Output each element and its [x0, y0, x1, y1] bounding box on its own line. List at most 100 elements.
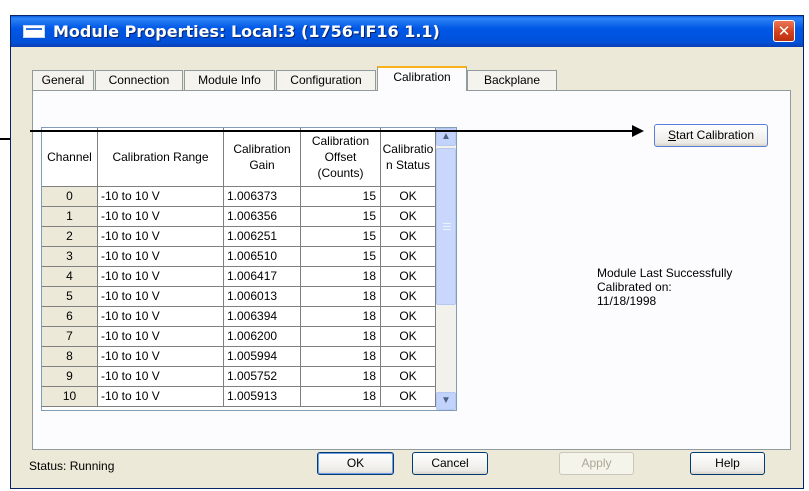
table-cell-channel[interactable]: 2 [42, 227, 98, 247]
cancel-button[interactable]: Cancel [412, 452, 488, 475]
table-cell-range[interactable]: -10 to 10 V [98, 267, 224, 287]
table-cell-range[interactable]: -10 to 10 V [98, 367, 224, 387]
header-label: Calibration Status [382, 142, 434, 172]
table-cell-range[interactable]: -10 to 10 V [98, 207, 224, 227]
table-cell-gain[interactable]: 1.006356 [224, 207, 301, 227]
table-cell-gain[interactable]: 1.006417 [224, 267, 301, 287]
tab-module-info[interactable]: Module Info [184, 70, 275, 90]
table-cell-channel[interactable]: 3 [42, 247, 98, 267]
table-cell-gain[interactable]: 1.005752 [224, 367, 301, 387]
column-header-range[interactable]: Calibration Range [98, 128, 224, 187]
table-cell-channel[interactable]: 1 [42, 207, 98, 227]
table-cell-status[interactable]: OK [381, 387, 436, 407]
table-cell-offset[interactable]: 18 [301, 307, 381, 327]
ok-button[interactable]: OK [317, 452, 394, 475]
table-cell-status[interactable]: OK [381, 207, 436, 227]
table-cell-channel[interactable]: 9 [42, 367, 98, 387]
last-calibrated-date: 11/18/1998 [597, 294, 657, 308]
scroll-down-arrow-icon[interactable]: ▼ [436, 392, 456, 410]
tab-label: Module Info [198, 73, 261, 87]
table-cell-offset[interactable]: 18 [301, 267, 381, 287]
mnemonic-letter: S [667, 128, 676, 142]
column-header-gain[interactable]: Calibration Gain [224, 128, 301, 187]
table-cell-range[interactable]: -10 to 10 V [98, 287, 224, 307]
table-cell-offset[interactable]: 15 [301, 187, 381, 207]
tab-general[interactable]: General [32, 70, 94, 90]
table-cell-status[interactable]: OK [381, 227, 436, 247]
calibration-panel: Channel Calibration Range Calibration Ga… [32, 90, 791, 450]
header-label: Calibration Gain [233, 142, 291, 172]
window-icon [23, 25, 45, 38]
tab-label: Connection [108, 73, 170, 87]
table-cell-channel[interactable]: 0 [42, 187, 98, 207]
header-label: Calibration Range [112, 150, 209, 164]
column-header-channel[interactable]: Channel [42, 128, 98, 187]
table-cell-channel[interactable]: 5 [42, 287, 98, 307]
table-cell-gain[interactable]: 1.006013 [224, 287, 301, 307]
calibration-table[interactable]: Channel Calibration Range Calibration Ga… [41, 127, 457, 411]
module-properties-dialog: Module Properties: Local:3 (1756-IF16 1.… [10, 15, 804, 489]
table-cell-status[interactable]: OK [381, 187, 436, 207]
table-cell-range[interactable]: -10 to 10 V [98, 227, 224, 247]
table-cell-gain[interactable]: 1.005913 [224, 387, 301, 407]
button-label: tart Calibration [675, 128, 755, 142]
table-cell-offset[interactable]: 18 [301, 367, 381, 387]
table-cell-channel[interactable]: 4 [42, 267, 98, 287]
last-calibrated-line2: Calibrated on: [597, 280, 672, 294]
table-cell-status[interactable]: OK [381, 307, 436, 327]
help-button[interactable]: Help [690, 452, 765, 475]
tab-connection[interactable]: Connection [95, 70, 183, 90]
last-calibrated-line1: Module Last Successfully [597, 266, 733, 280]
table-cell-gain[interactable]: 1.005994 [224, 347, 301, 367]
table-cell-range[interactable]: -10 to 10 V [98, 327, 224, 347]
table-cell-offset[interactable]: 18 [301, 327, 381, 347]
table-cell-offset[interactable]: 18 [301, 387, 381, 407]
table-cell-channel[interactable]: 10 [42, 387, 98, 407]
table-cell-status[interactable]: OK [381, 287, 436, 307]
thumb-grip [443, 223, 451, 224]
header-label: Calibration Offset (Counts) [311, 134, 370, 180]
table-cell-offset[interactable]: 18 [301, 287, 381, 307]
table-cell-range[interactable]: -10 to 10 V [98, 387, 224, 407]
table-cell-range[interactable]: -10 to 10 V [98, 347, 224, 367]
title-bar[interactable]: Module Properties: Local:3 (1756-IF16 1.… [11, 16, 803, 47]
table-cell-status[interactable]: OK [381, 347, 436, 367]
table-cell-offset[interactable]: 15 [301, 227, 381, 247]
table-cell-channel[interactable]: 7 [42, 327, 98, 347]
table-cell-channel[interactable]: 6 [42, 307, 98, 327]
table-cell-gain[interactable]: 1.006200 [224, 327, 301, 347]
table-cell-gain[interactable]: 1.006394 [224, 307, 301, 327]
header-label: Channel [47, 150, 92, 164]
tab-calibration[interactable]: Calibration [377, 66, 467, 91]
tab-label: Backplane [483, 73, 541, 87]
tab-configuration[interactable]: Configuration [276, 70, 376, 90]
table-cell-status[interactable]: OK [381, 367, 436, 387]
column-header-status[interactable]: Calibration Status [381, 128, 436, 187]
tab-label: Configuration [290, 73, 362, 87]
table-cell-range[interactable]: -10 to 10 V [98, 307, 224, 327]
tab-backplane[interactable]: Backplane [467, 70, 557, 90]
table-cell-channel[interactable]: 8 [42, 347, 98, 367]
table-cell-gain[interactable]: 1.006251 [224, 227, 301, 247]
table-cell-gain[interactable]: 1.006373 [224, 187, 301, 207]
table-cell-status[interactable]: OK [381, 267, 436, 287]
column-header-offset[interactable]: Calibration Offset (Counts) [301, 128, 381, 187]
tab-label: General [41, 73, 85, 87]
scroll-thumb[interactable] [436, 148, 456, 305]
thumb-grip [443, 229, 451, 230]
table-cell-offset[interactable]: 15 [301, 207, 381, 227]
start-calibration-button[interactable]: Start Calibration [654, 124, 768, 147]
table-cell-range[interactable]: -10 to 10 V [98, 247, 224, 267]
table-scrollbar[interactable]: ▲ ▼ [436, 128, 456, 410]
close-icon[interactable]: ✕ [773, 20, 795, 42]
table-cell-range[interactable]: -10 to 10 V [98, 187, 224, 207]
table-cell-status[interactable]: OK [381, 247, 436, 267]
table-cell-offset[interactable]: 15 [301, 247, 381, 267]
table-cell-offset[interactable]: 18 [301, 347, 381, 367]
apply-button[interactable]: Apply [559, 452, 634, 475]
window-title: Module Properties: Local:3 (1756-IF16 1.… [53, 22, 440, 41]
tab-label: Calibration [393, 70, 451, 84]
table-cell-status[interactable]: OK [381, 327, 436, 347]
table-cell-gain[interactable]: 1.006510 [224, 247, 301, 267]
status-text: Status: Running [29, 459, 115, 473]
